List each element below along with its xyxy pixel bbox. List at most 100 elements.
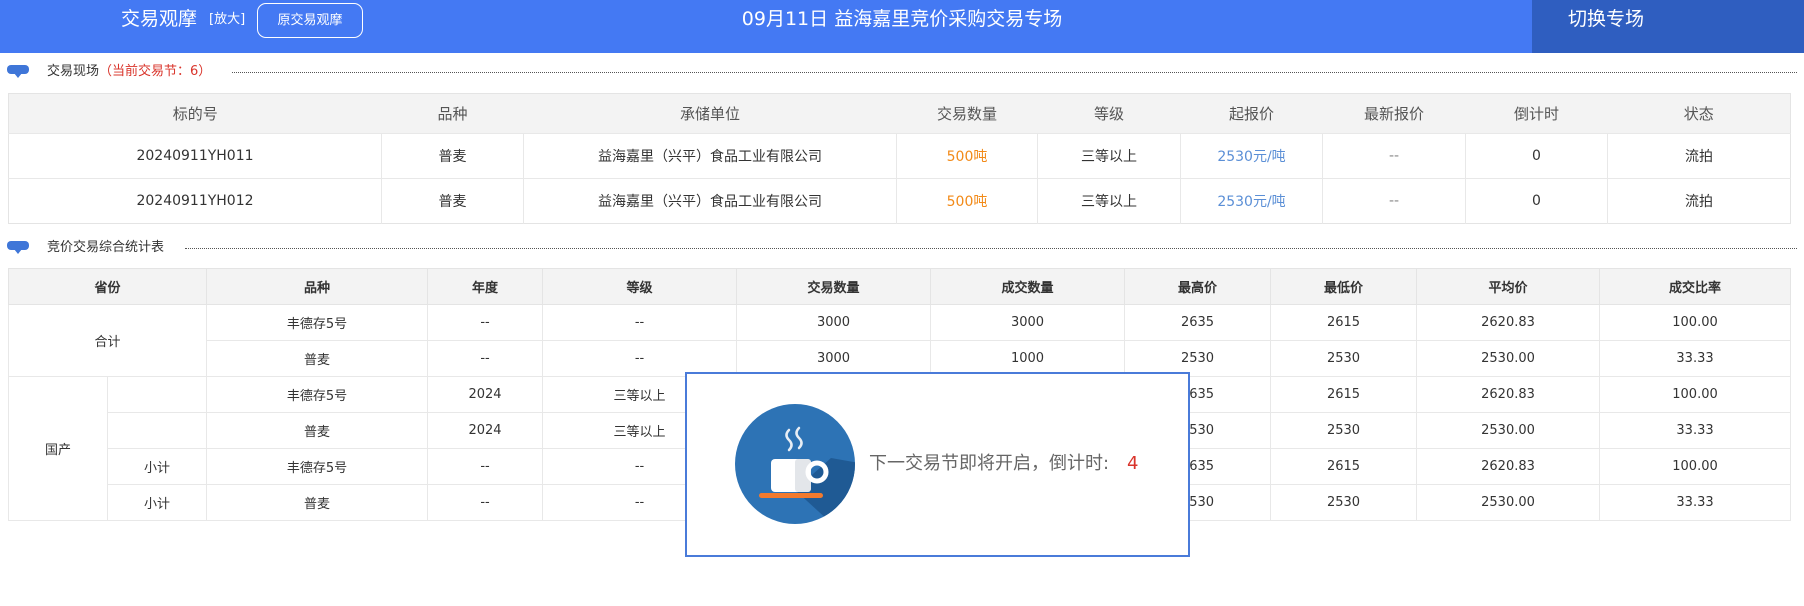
storage-unit: 益海嘉里（兴平）食品工业有限公司 xyxy=(523,133,897,179)
next-session-countdown: 4 xyxy=(1127,453,1139,474)
col-header: 年度 xyxy=(427,268,544,305)
status: 流拍 xyxy=(1607,178,1791,224)
subtotal-label xyxy=(106,376,208,413)
variety: 普麦 xyxy=(381,178,524,224)
col-header: 最高价 xyxy=(1124,268,1272,305)
col-header: 倒计时 xyxy=(1465,93,1608,134)
col-header: 成交比率 xyxy=(1599,268,1792,305)
year: -- xyxy=(427,304,544,341)
min-price: 2615 xyxy=(1270,448,1418,485)
grade: 三等以上 xyxy=(1037,178,1181,224)
deal-quantity: 3000 xyxy=(930,304,1126,341)
year: -- xyxy=(427,448,544,485)
speech-bubble-icon xyxy=(7,65,29,78)
year: -- xyxy=(427,484,544,521)
table-row: 合计 丰德存5号 -- -- 3000 3000 2635 2615 2620.… xyxy=(7,304,1792,377)
min-price: 2615 xyxy=(1270,304,1418,341)
col-header: 成交数量 xyxy=(930,268,1126,305)
section-divider xyxy=(185,248,1797,249)
avg-price: 2620.83 xyxy=(1416,376,1601,413)
live-section-label: 交易现场（当前交易节：6） xyxy=(47,62,211,82)
variety: 丰德存5号 xyxy=(206,448,429,485)
variety: 普麦 xyxy=(381,133,524,179)
stats-section-heading: 竞价交易综合统计表 xyxy=(7,238,1797,258)
countdown: 0 xyxy=(1465,133,1608,179)
lot-number: 20240911YH011 xyxy=(8,133,382,179)
col-header: 交易数量 xyxy=(896,93,1038,134)
min-price: 2530 xyxy=(1270,412,1418,449)
stats-section-title: 竞价交易综合统计表 xyxy=(47,240,165,255)
switch-session-button[interactable]: 切换专场 xyxy=(1532,0,1804,53)
quantity: 500吨 xyxy=(896,178,1038,224)
table-row: 20240911YH011 普麦 益海嘉里（兴平）食品工业有限公司 500吨 三… xyxy=(8,133,1791,179)
col-header: 等级 xyxy=(542,268,738,305)
col-header: 省份 xyxy=(7,268,208,305)
total-label: 合计 xyxy=(7,304,208,377)
subtotal-label: 小计 xyxy=(106,448,208,485)
latest-price: -- xyxy=(1322,133,1466,179)
lot-number: 20240911YH012 xyxy=(8,178,382,224)
max-price: 2635 xyxy=(1124,304,1272,341)
year: -- xyxy=(427,340,544,377)
variety: 丰德存5号 xyxy=(206,376,429,413)
min-price: 2615 xyxy=(1270,376,1418,413)
latest-price: -- xyxy=(1322,178,1466,224)
next-session-message: 下一交易节即将开启，倒计时: xyxy=(869,453,1110,474)
variety: 普麦 xyxy=(206,484,429,521)
stats-table-header: 省份 品种 年度 等级 交易数量 成交数量 最高价 最低价 平均价 成交比率 xyxy=(7,268,1792,305)
coffee-cup-icon xyxy=(735,404,855,524)
starting-price: 2530元/吨 xyxy=(1180,178,1323,224)
quantity: 500吨 xyxy=(896,133,1038,179)
province: 国产 xyxy=(8,376,108,521)
speech-bubble-icon xyxy=(7,241,29,254)
min-price: 2530 xyxy=(1270,484,1418,521)
col-header: 起报价 xyxy=(1180,93,1323,134)
countdown: 0 xyxy=(1465,178,1608,224)
avg-price: 2530.00 xyxy=(1416,484,1601,521)
col-header: 最低价 xyxy=(1270,268,1418,305)
storage-unit: 益海嘉里（兴平）食品工业有限公司 xyxy=(523,178,897,224)
variety: 普麦 xyxy=(206,340,429,377)
live-trading-table: 标的号 品种 承储单位 交易数量 等级 起报价 最新报价 倒计时 状态 2024… xyxy=(8,93,1791,224)
deal-ratio: 33.33 xyxy=(1599,412,1792,449)
avg-price: 2530.00 xyxy=(1416,340,1601,377)
table-row: 20240911YH012 普麦 益海嘉里（兴平）食品工业有限公司 500吨 三… xyxy=(8,178,1791,224)
deal-ratio: 100.00 xyxy=(1599,448,1792,485)
deal-ratio: 33.33 xyxy=(1599,484,1792,521)
original-view-button[interactable]: 原交易观摩 xyxy=(257,3,363,38)
section-divider xyxy=(232,72,1797,73)
year: 2024 xyxy=(427,376,544,413)
col-header: 品种 xyxy=(381,93,524,134)
status: 流拍 xyxy=(1607,133,1791,179)
col-header: 等级 xyxy=(1037,93,1181,134)
avg-price: 2620.83 xyxy=(1416,448,1601,485)
subtotal-label: 小计 xyxy=(106,484,208,521)
subtotal-label xyxy=(106,412,208,449)
starting-price: 2530元/吨 xyxy=(1180,133,1323,179)
deal-ratio: 100.00 xyxy=(1599,304,1792,341)
live-section-heading: 交易现场（当前交易节：6） xyxy=(7,62,1797,82)
variety: 普麦 xyxy=(206,412,429,449)
col-header: 平均价 xyxy=(1416,268,1601,305)
trade-quantity: 3000 xyxy=(736,304,932,341)
col-header: 品种 xyxy=(206,268,429,305)
col-header: 承储单位 xyxy=(523,93,897,134)
avg-price: 2620.83 xyxy=(1416,304,1601,341)
live-section-title: 交易现场 xyxy=(47,64,100,79)
avg-price: 2530.00 xyxy=(1416,412,1601,449)
col-header: 状态 xyxy=(1607,93,1791,134)
col-header: 标的号 xyxy=(8,93,382,134)
min-price: 2530 xyxy=(1270,340,1418,377)
variety: 丰德存5号 xyxy=(206,304,429,341)
deal-ratio: 100.00 xyxy=(1599,376,1792,413)
top-bar: 交易观摩 [放大] 原交易观摩 09月11日 益海嘉里竞价采购交易专场 切换专场 xyxy=(0,0,1804,53)
next-session-modal: 下一交易节即将开启，倒计时: 4 xyxy=(685,372,1190,557)
col-header: 交易数量 xyxy=(736,268,932,305)
col-header: 最新报价 xyxy=(1322,93,1466,134)
year: 2024 xyxy=(427,412,544,449)
zoom-link[interactable]: [放大] xyxy=(209,0,245,40)
live-table-header: 标的号 品种 承储单位 交易数量 等级 起报价 最新报价 倒计时 状态 xyxy=(8,93,1791,134)
grade: 三等以上 xyxy=(1037,133,1181,179)
brand-title: 交易观摩 xyxy=(121,8,198,30)
deal-ratio: 33.33 xyxy=(1599,340,1792,377)
